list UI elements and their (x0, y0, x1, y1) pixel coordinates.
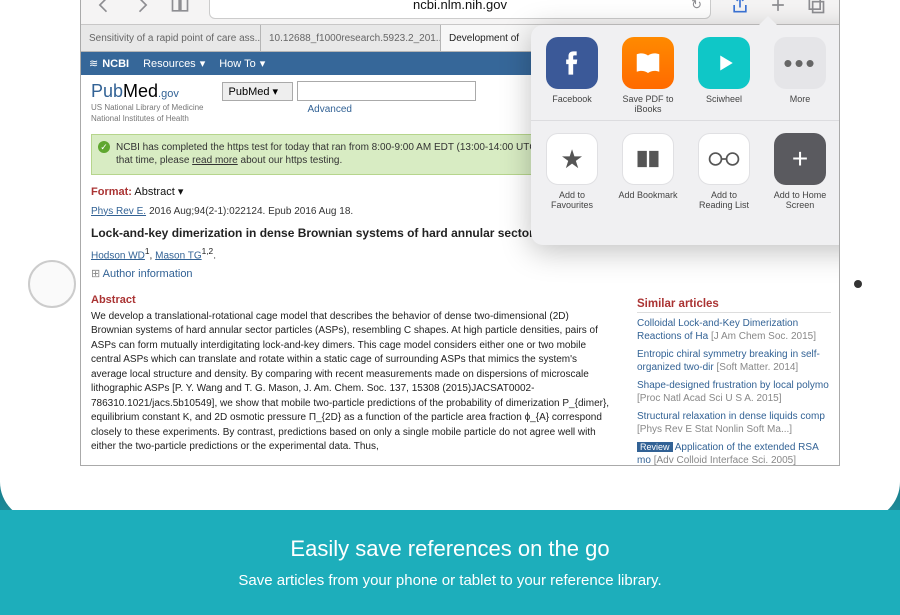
db-select[interactable]: PubMed ▾ (222, 82, 294, 101)
screen: iPad 16:33 34% ncbi.nlm.nih.gov ↻ Sen (80, 0, 840, 466)
ncbi-howto[interactable]: How To ▾ (219, 57, 265, 70)
citation-meta: 2016 Aug;94(2-1):022124. Epub 2016 Aug 1… (149, 206, 353, 217)
action-reading-list[interactable]: Add to Reading List (693, 133, 755, 212)
url-text: ncbi.nlm.nih.gov (413, 0, 507, 12)
share-facebook[interactable]: Facebook (541, 37, 603, 116)
advanced-link[interactable]: Advanced (308, 104, 477, 115)
action-favourites[interactable]: ★ Add to Favourites (541, 133, 603, 212)
author-info-toggle[interactable]: Author information (91, 267, 611, 282)
chevron-down-icon: ▾ (260, 57, 266, 70)
journal-link[interactable]: Phys Rev E. (91, 206, 146, 217)
banner-sub: Save articles from your phone or tablet … (0, 572, 900, 589)
home-button[interactable] (28, 260, 76, 308)
browser-toolbar: ncbi.nlm.nih.gov ↻ (81, 0, 839, 25)
address-bar[interactable]: ncbi.nlm.nih.gov ↻ (209, 0, 711, 19)
plus-icon: + (774, 133, 826, 185)
sciwheel-icon (698, 37, 750, 89)
back-button[interactable] (87, 0, 121, 20)
share-button[interactable] (723, 0, 757, 20)
ncbi-resources[interactable]: Resources ▾ (143, 57, 205, 70)
action-bookmark[interactable]: Add Bookmark (617, 133, 679, 212)
glasses-icon (698, 133, 750, 185)
banner-headline: Easily save references on the go (0, 536, 900, 562)
ibooks-icon (622, 37, 674, 89)
tabs-button[interactable] (799, 0, 833, 20)
abstract-heading: Abstract (91, 293, 611, 308)
more-icon: ••• (774, 37, 826, 89)
action-home-screen[interactable]: + Add to Home Screen (769, 133, 831, 212)
browser-tab[interactable]: Sensitivity of a rapid point of care ass… (81, 25, 261, 51)
camera-dot (854, 280, 862, 288)
similar-articles-sidebar: Similar articles Colloidal Lock-and-Key … (637, 298, 831, 465)
ncbi-logo[interactable]: ≋ NCBI (89, 57, 129, 70)
share-sheet: Facebook Save PDF to iBooks Sciwheel •••… (531, 25, 840, 245)
chevron-down-icon: ▾ (200, 57, 206, 70)
abstract-text: We develop a translational-rotational ca… (91, 310, 611, 455)
marketing-banner: Easily save references on the go Save ar… (0, 510, 900, 615)
facebook-icon (546, 37, 598, 89)
browser-tab[interactable]: 10.12688_f1000research.5923.2_201... (261, 25, 441, 51)
similar-link[interactable]: Structural relaxation in dense liquids c… (637, 411, 825, 422)
chevron-down-icon: ▾ (178, 186, 184, 198)
read-more-link[interactable]: read more (192, 155, 238, 166)
author-link[interactable]: Mason TG (155, 250, 202, 261)
share-sciwheel[interactable]: Sciwheel (693, 37, 755, 116)
author-link[interactable]: Hodson WD (91, 250, 145, 261)
ipad-frame: iPad 16:33 34% ncbi.nlm.nih.gov ↻ Sen (0, 0, 900, 520)
forward-button[interactable] (125, 0, 159, 20)
share-ibooks[interactable]: Save PDF to iBooks (617, 37, 679, 116)
pubmed-logo[interactable]: PubMed.gov US National Library of Medici… (91, 81, 204, 124)
book-icon (622, 133, 674, 185)
share-more[interactable]: ••• More (769, 37, 831, 116)
star-icon: ★ (546, 133, 598, 185)
review-badge: Review (637, 442, 673, 452)
bookmarks-book-icon[interactable] (163, 0, 197, 20)
reload-icon[interactable]: ↻ (691, 0, 702, 13)
similar-link[interactable]: Shape-designed frustration by local poly… (637, 380, 829, 391)
similar-heading: Similar articles (637, 298, 831, 313)
search-input[interactable] (297, 81, 476, 101)
